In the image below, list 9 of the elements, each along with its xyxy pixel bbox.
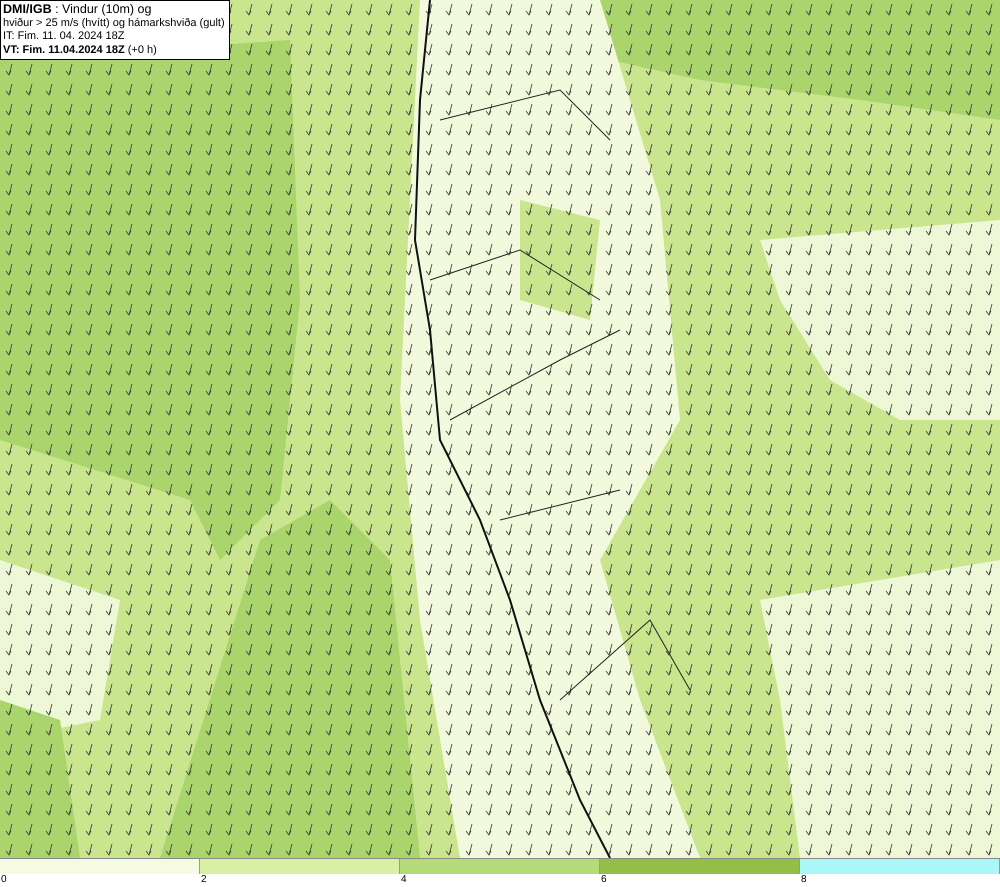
legend-text: DMI/IGB : Vindur (10m) og — [3, 3, 152, 16]
colorbar-tick-label: 0 — [1, 874, 7, 885]
legend-text: VT: Fim. 11.04.2024 18Z (+0 h) — [3, 44, 158, 57]
colorbar-tick-label: 8 — [801, 874, 807, 885]
colorbar-tick-label: 4 — [401, 874, 407, 885]
legend-text: hviður > 25 m/s (hvítt) og hámarkshviða (gult) — [3, 16, 225, 30]
legend-text: IT: Fim. 11. 04. 2024 18Z — [3, 30, 126, 44]
colorbar-tick-label: 6 — [601, 874, 607, 885]
colorbar-tick-label: 2 — [201, 874, 207, 885]
